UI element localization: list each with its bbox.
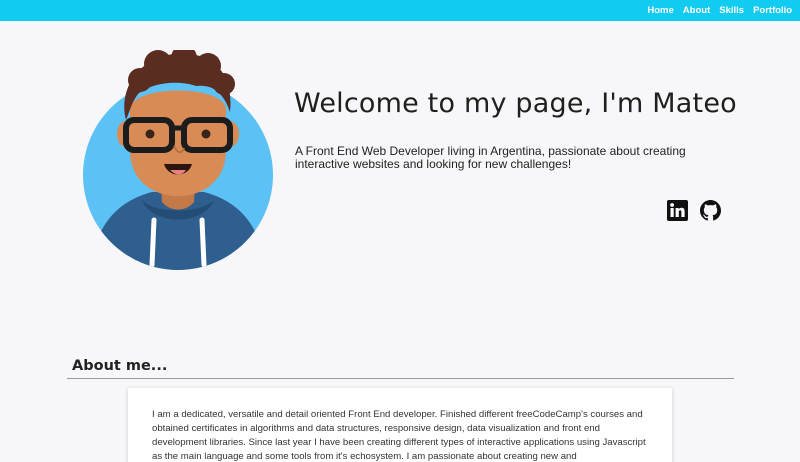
github-icon[interactable]	[700, 200, 721, 221]
linkedin-icon[interactable]	[667, 200, 688, 221]
top-navbar: Home About Skills Portfolio C	[0, 0, 800, 21]
social-links	[667, 200, 721, 221]
page-title: Welcome to my page, I'm Mateo	[294, 88, 737, 119]
nav-link-skills[interactable]: Skills	[719, 5, 744, 16]
nav-link-portfolio[interactable]: Portfolio	[753, 5, 792, 16]
about-text: I am a dedicated, versatile and detail o…	[152, 409, 646, 462]
nav-link-home[interactable]: Home	[647, 5, 673, 16]
main-nav: Home About Skills Portfolio C	[638, 0, 800, 21]
avatar-illustration	[83, 45, 273, 270]
about-card: I am a dedicated, versatile and detail o…	[128, 388, 672, 462]
intro-text: A Front End Web Developer living in Arge…	[295, 144, 686, 171]
nav-link-about[interactable]: About	[683, 5, 710, 16]
avatar	[82, 45, 274, 270]
about-divider	[67, 378, 734, 379]
about-heading: About me...	[72, 358, 168, 374]
